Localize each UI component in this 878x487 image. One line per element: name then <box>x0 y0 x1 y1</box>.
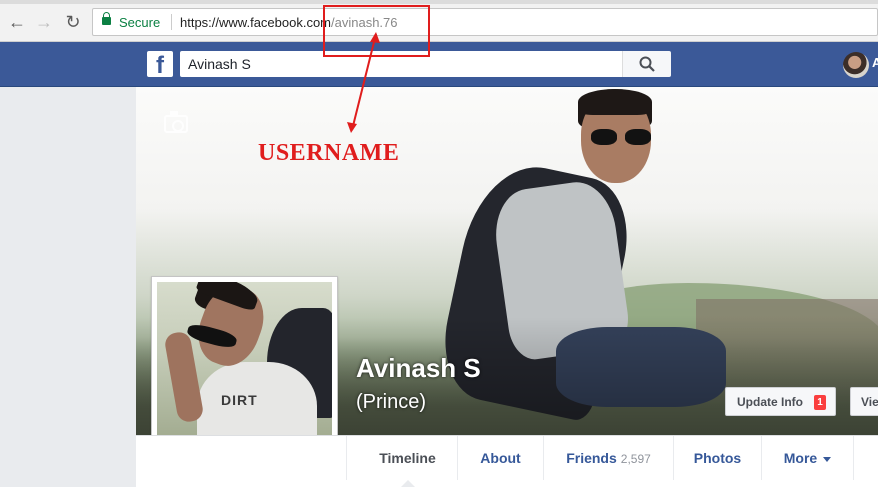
annotation-arrow-icon <box>347 32 380 133</box>
camera-icon[interactable] <box>164 111 188 133</box>
address-separator <box>171 14 172 30</box>
back-arrow-icon[interactable]: ← <box>7 12 27 32</box>
facebook-header: f Avinash S A <box>0 42 878 87</box>
friends-count: 2,597 <box>620 452 651 466</box>
profile-name[interactable]: Avinash S <box>356 353 481 384</box>
facebook-logo-icon[interactable]: f <box>147 51 173 79</box>
user-name-short[interactable]: A <box>872 55 878 70</box>
lock-icon <box>102 12 111 25</box>
cover-person-hair-top <box>578 89 652 115</box>
update-info-button[interactable]: Update Info 1 <box>725 387 836 416</box>
left-gutter <box>0 87 136 487</box>
cover-person-sunglasses <box>591 129 653 145</box>
tab-about[interactable]: About <box>458 436 544 480</box>
view-button[interactable]: Vie <box>850 387 878 416</box>
notification-badge: 1 <box>814 395 826 410</box>
user-avatar[interactable] <box>843 52 869 78</box>
reload-icon[interactable]: ↻ <box>63 12 83 32</box>
profile-tabs: Timeline About Friends 2,597 Photos More <box>136 435 878 487</box>
tab-friends[interactable]: Friends 2,597 <box>544 436 674 480</box>
caret-down-icon <box>823 456 832 462</box>
url-host: https://www.facebook.com <box>180 15 332 30</box>
tab-strip <box>0 0 878 4</box>
tab-more-label: More <box>783 450 818 466</box>
update-info-label: Update Info <box>737 395 803 409</box>
profile-alternate-name: (Prince) <box>356 391 427 413</box>
forward-arrow-icon[interactable]: → <box>34 12 54 32</box>
browser-toolbar: ← → ↻ Secure https://www.facebook.com/av… <box>0 0 878 42</box>
search-icon <box>639 56 655 72</box>
address-bar[interactable]: Secure https://www.facebook.com/avinash.… <box>92 8 878 36</box>
tab-friends-label: Friends <box>566 450 617 466</box>
tabs-divider <box>346 436 347 480</box>
tab-photos[interactable]: Photos <box>674 436 762 480</box>
annotation-label: USERNAME <box>258 140 400 166</box>
tab-timeline[interactable]: Timeline <box>358 436 458 487</box>
profile-picture-image: DIRT <box>157 282 332 458</box>
search-button[interactable] <box>622 51 671 77</box>
secure-label: Secure <box>119 15 161 30</box>
tab-more[interactable]: More <box>762 436 854 480</box>
shirt-print: DIRT <box>221 392 258 408</box>
